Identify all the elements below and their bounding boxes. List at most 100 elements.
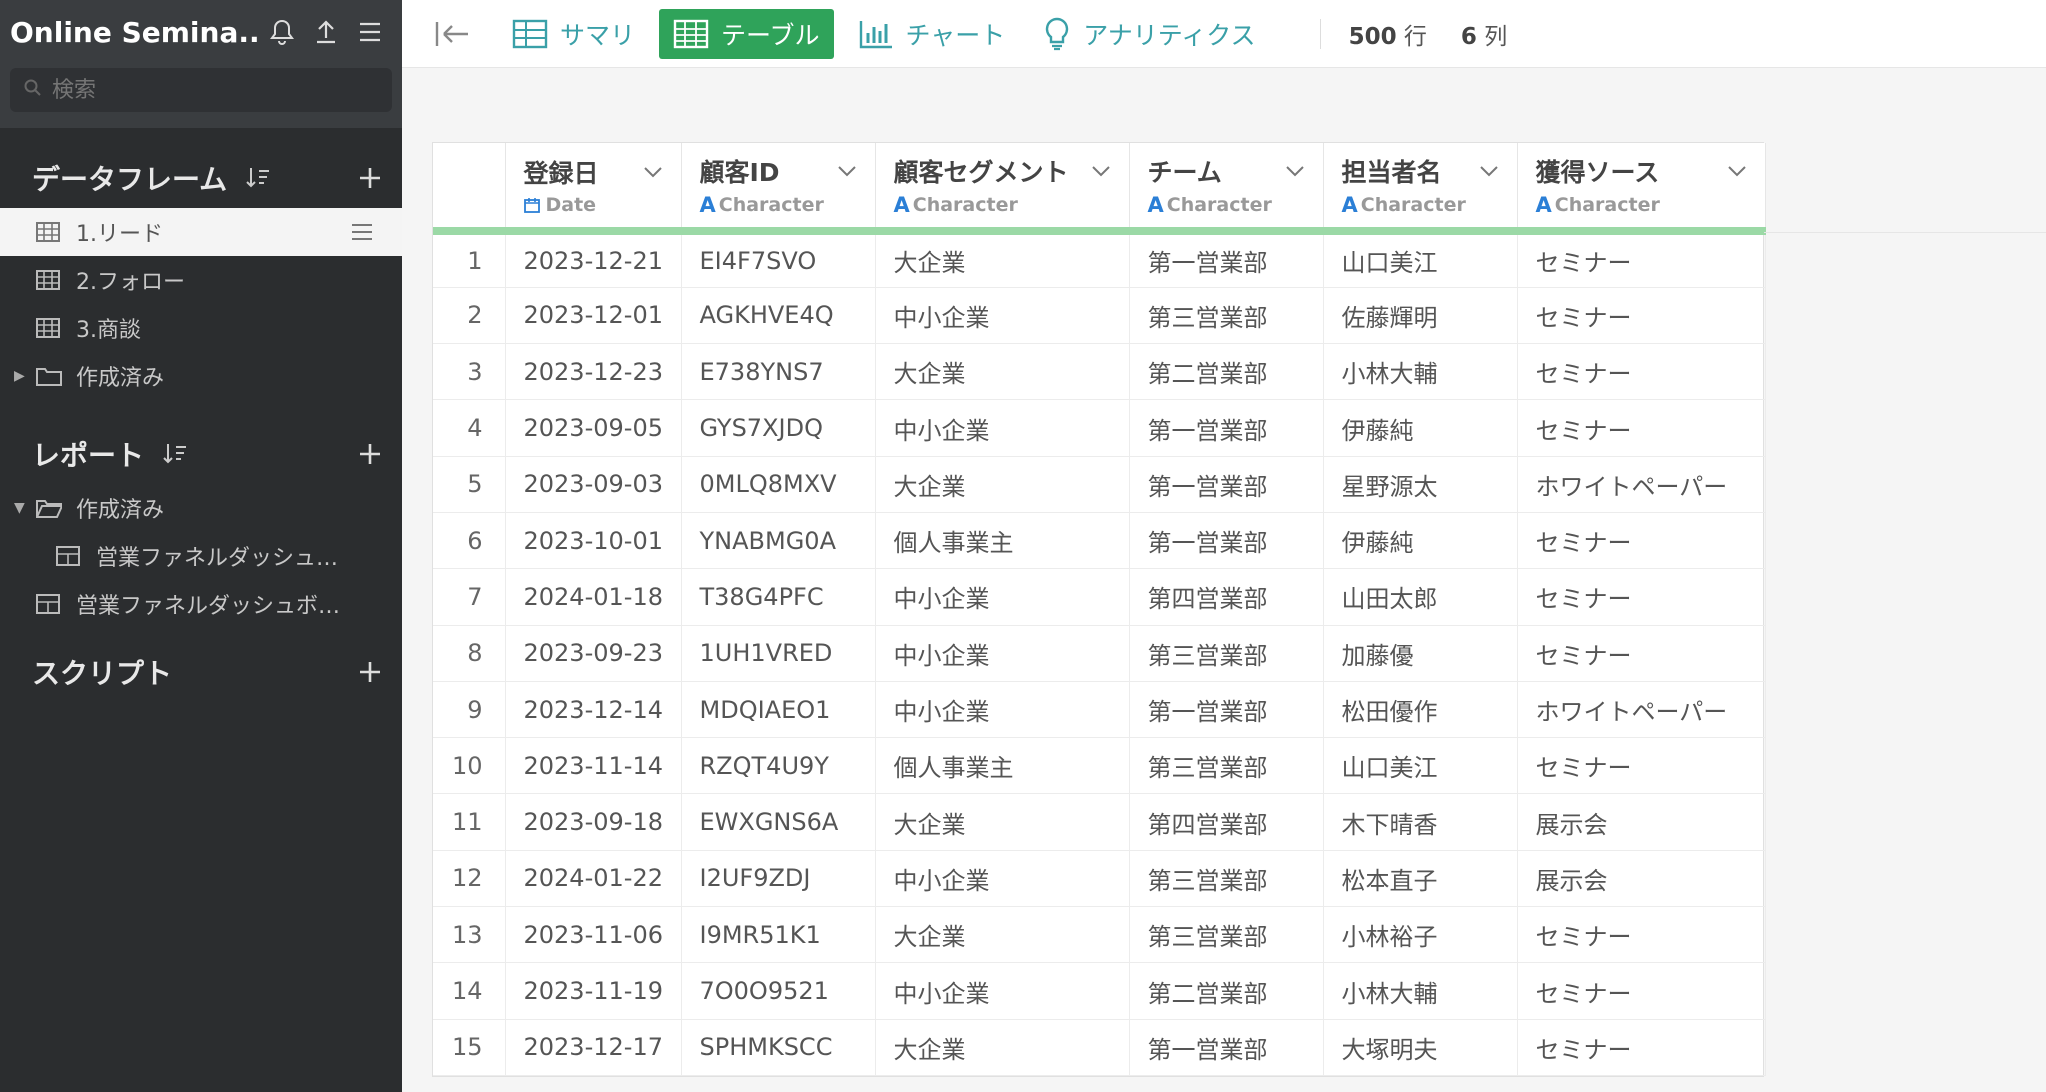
table-cell[interactable]: 星野源太 — [1323, 456, 1518, 513]
table-cell[interactable]: セミナー — [1517, 231, 1766, 288]
table-cell[interactable]: 中小企業 — [875, 568, 1130, 626]
table-cell[interactable]: 2023-12-14 — [505, 681, 682, 739]
table-cell[interactable]: 中小企業 — [875, 287, 1130, 345]
table-cell[interactable]: MDQIAEO1 — [681, 681, 876, 739]
table-row[interactable]: 12 2024-01-22 I2UF9ZDJ 中小企業 第三営業部 松本直子 展示会 — [433, 850, 1766, 908]
column-header-acquisition-source[interactable]: 獲得ソース A Character — [1517, 143, 1766, 235]
table-row[interactable]: 5 2023-09-03 0MLQ8MXV 大企業 第一営業部 星野源太 ホワイトペーパー — [433, 456, 1766, 513]
chevron-down-icon[interactable] — [1479, 164, 1499, 178]
table-cell[interactable]: 2023-09-23 — [505, 625, 682, 682]
collapse-sidebar-icon[interactable] — [426, 9, 478, 59]
table-cell[interactable]: 2023-11-06 — [505, 906, 682, 964]
table-cell[interactable]: セミナー — [1517, 962, 1766, 1020]
table-cell[interactable]: 木下晴香 — [1323, 793, 1518, 851]
table-cell[interactable]: SPHMKSCC — [681, 1019, 876, 1076]
chevron-down-icon[interactable] — [1091, 164, 1111, 178]
table-cell[interactable]: 中小企業 — [875, 681, 1130, 739]
table-cell[interactable]: 小林大輔 — [1323, 962, 1518, 1020]
project-title[interactable]: Online Semina... — [10, 16, 260, 49]
table-row[interactable]: 10 2023-11-14 RZQT4U9Y 個人事業主 第三営業部 山口美江 セミナー — [433, 737, 1766, 795]
sidebar-item-dataframe-3[interactable]: 3.商談 — [0, 304, 402, 352]
table-cell[interactable]: 大企業 — [875, 906, 1130, 964]
table-cell[interactable]: 第一営業部 — [1129, 456, 1324, 513]
table-cell[interactable]: 展示会 — [1517, 850, 1766, 908]
table-cell[interactable]: 大企業 — [875, 456, 1130, 513]
table-cell[interactable]: 2024-01-18 — [505, 568, 682, 626]
table-cell[interactable]: 7O0O9521 — [681, 962, 876, 1020]
table-cell[interactable]: 第三営業部 — [1129, 906, 1324, 964]
table-cell[interactable]: 0MLQ8MXV — [681, 456, 876, 513]
table-cell[interactable]: 2023-11-14 — [505, 737, 682, 795]
table-cell[interactable]: 松田優作 — [1323, 681, 1518, 739]
chevron-down-icon[interactable] — [643, 165, 663, 179]
table-cell[interactable]: 佐藤輝明 — [1323, 287, 1518, 345]
column-header-customer-id[interactable]: 顧客ID A Character — [681, 143, 876, 235]
tab-chart[interactable]: チャート — [844, 9, 1020, 59]
table-cell[interactable]: セミナー — [1517, 1019, 1766, 1076]
table-cell[interactable]: 中小企業 — [875, 399, 1130, 457]
table-cell[interactable]: 大企業 — [875, 793, 1130, 851]
table-cell[interactable]: 小林大輔 — [1323, 343, 1518, 401]
table-cell[interactable]: 1UH1VRED — [681, 625, 876, 682]
table-cell[interactable]: セミナー — [1517, 906, 1766, 964]
table-row[interactable]: 7 2024-01-18 T38G4PFC 中小企業 第四営業部 山田太郎 セミナー — [433, 568, 1766, 626]
table-cell[interactable]: セミナー — [1517, 737, 1766, 795]
table-cell[interactable]: セミナー — [1517, 625, 1766, 682]
table-cell[interactable]: 展示会 — [1517, 793, 1766, 851]
table-cell[interactable]: 2023-11-19 — [505, 962, 682, 1020]
table-row[interactable]: 1 2023-12-21 EI4F7SVO 大企業 第一営業部 山口美江 セミナー — [433, 231, 1766, 288]
menu-icon[interactable] — [348, 12, 392, 52]
add-report-icon[interactable] — [358, 442, 382, 466]
table-cell[interactable]: ホワイトペーパー — [1517, 681, 1766, 739]
table-cell[interactable]: 2023-09-03 — [505, 456, 682, 513]
table-cell[interactable]: 第一営業部 — [1129, 1019, 1324, 1076]
table-cell[interactable]: EWXGNS6A — [681, 793, 876, 851]
table-cell[interactable]: 第三営業部 — [1129, 287, 1324, 345]
table-row[interactable]: 11 2023-09-18 EWXGNS6A 大企業 第四営業部 木下晴香 展示会 — [433, 793, 1766, 851]
table-cell[interactable]: 第三営業部 — [1129, 737, 1324, 795]
table-cell[interactable]: 大塚明夫 — [1323, 1019, 1518, 1076]
column-header-team[interactable]: チーム A Character — [1129, 143, 1324, 235]
table-cell[interactable]: 松本直子 — [1323, 850, 1518, 908]
table-cell[interactable]: 第三営業部 — [1129, 625, 1324, 682]
table-cell[interactable]: 大企業 — [875, 231, 1130, 288]
table-cell[interactable]: 2023-12-01 — [505, 287, 682, 345]
column-header-registration-date[interactable]: 登録日 Date — [505, 143, 682, 235]
table-cell[interactable]: 小林裕子 — [1323, 906, 1518, 964]
sort-icon[interactable] — [245, 166, 271, 190]
table-cell[interactable]: 中小企業 — [875, 625, 1130, 682]
table-cell[interactable]: 第一営業部 — [1129, 681, 1324, 739]
table-cell[interactable]: 個人事業主 — [875, 737, 1130, 795]
table-cell[interactable]: 大企業 — [875, 343, 1130, 401]
caret-right-icon[interactable]: ▶ — [14, 368, 36, 384]
item-menu-icon[interactable] — [350, 222, 374, 242]
search-box[interactable] — [10, 68, 392, 112]
table-row[interactable]: 8 2023-09-23 1UH1VRED 中小企業 第三営業部 加藤優 セミナー — [433, 625, 1766, 682]
table-cell[interactable]: 中小企業 — [875, 962, 1130, 1020]
table-cell[interactable]: 第二営業部 — [1129, 962, 1324, 1020]
table-row[interactable]: 15 2023-12-17 SPHMKSCC 大企業 第一営業部 大塚明夫 セミナー — [433, 1019, 1766, 1076]
table-cell[interactable]: 中小企業 — [875, 850, 1130, 908]
table-cell[interactable]: GYS7XJDQ — [681, 399, 876, 457]
table-cell[interactable]: 大企業 — [875, 1019, 1130, 1076]
tab-table[interactable]: テーブル — [659, 8, 834, 59]
table-cell[interactable]: セミナー — [1517, 399, 1766, 457]
sort-icon[interactable] — [162, 442, 188, 466]
sidebar-item-dataframe-1[interactable]: 1.リード — [0, 208, 402, 256]
table-row[interactable]: 6 2023-10-01 YNABMG0A 個人事業主 第一営業部 伊藤純 セミナー — [433, 512, 1766, 570]
table-cell[interactable]: セミナー — [1517, 343, 1766, 401]
sidebar-item-report[interactable]: 営業ファネルダッシュボ… — [0, 580, 402, 628]
column-header-owner-name[interactable]: 担当者名 A Character — [1323, 143, 1518, 235]
table-row[interactable]: 3 2023-12-23 E738YNS7 大企業 第二営業部 小林大輔 セミナー — [433, 343, 1766, 401]
chevron-down-icon[interactable] — [1285, 164, 1305, 178]
table-cell[interactable]: 2023-09-18 — [505, 793, 682, 851]
table-cell[interactable]: T38G4PFC — [681, 568, 876, 626]
add-dataframe-icon[interactable] — [358, 166, 382, 190]
search-input[interactable] — [52, 77, 352, 103]
tab-analytics[interactable]: アナリティクス — [1029, 9, 1269, 59]
table-cell[interactable]: EI4F7SVO — [681, 231, 876, 288]
sidebar-folder-created[interactable]: ▶ 作成済み — [0, 352, 402, 400]
table-cell[interactable]: 2023-12-17 — [505, 1019, 682, 1076]
table-cell[interactable]: AGKHVE4Q — [681, 287, 876, 345]
table-cell[interactable]: 2023-12-21 — [505, 231, 682, 288]
